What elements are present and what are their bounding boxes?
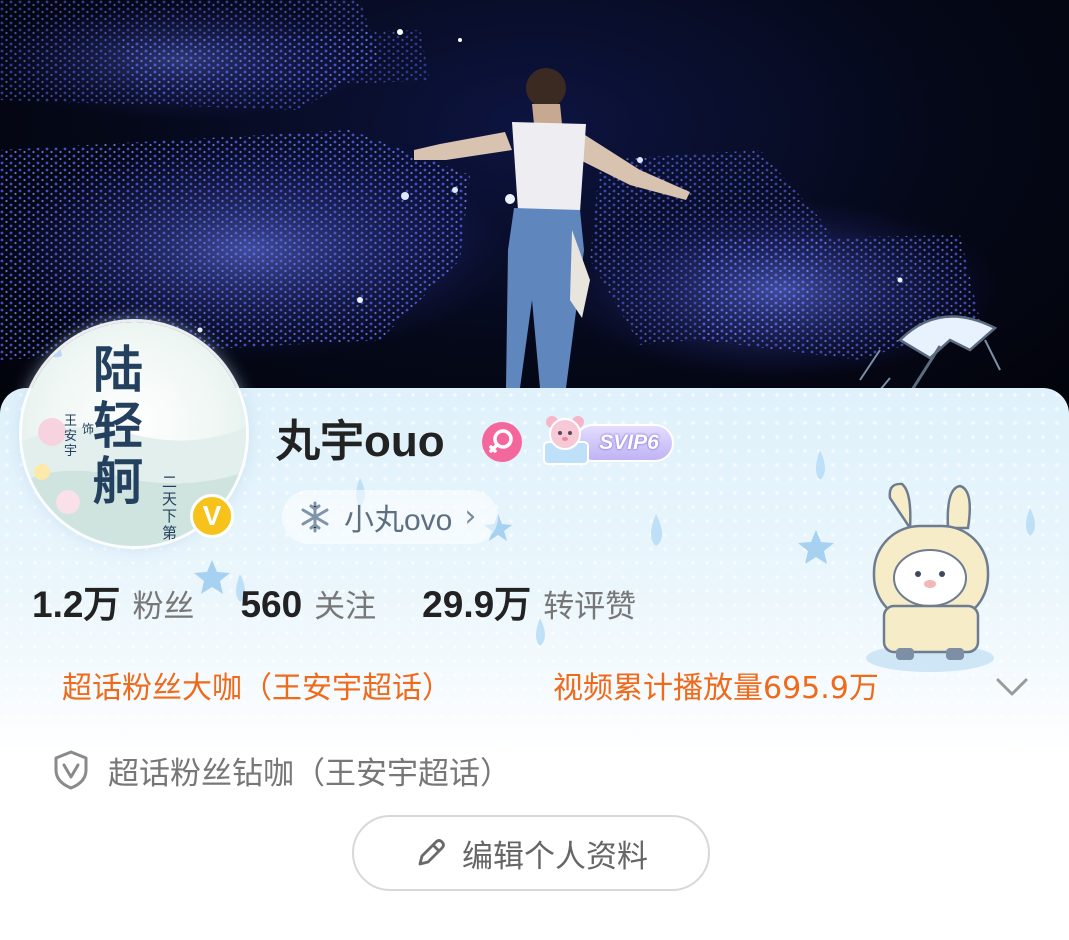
pencil-icon [418,839,445,866]
stat-interactions[interactable]: 29.9万 转评赞 [422,574,636,628]
username: 丸宇ouo [276,417,445,466]
svip-badge[interactable]: SVIP6 [540,414,678,468]
stat-value: 29.9万 [422,584,532,625]
avatar-title-text: 陆轻舸 [93,340,143,511]
edit-profile-button[interactable]: 编辑个人资料 [352,815,710,891]
stat-label: 粉丝 [132,589,195,625]
stat-value: 560 [240,584,303,625]
super-topic-honor[interactable]: 超话粉丝大咖（王安宇超话） [62,668,452,710]
stat-label: 关注 [314,589,377,625]
svip-bear-icon [543,416,589,465]
fan-level-text: 超话粉丝钻咖（王安宇超话） [108,755,511,792]
shield-v-icon [54,750,88,790]
stat-value: 1.2万 [32,584,121,625]
fan-level-row[interactable]: 超话粉丝钻咖（王安宇超话） [52,748,511,792]
snowflake-icon [301,501,329,533]
avatar-tag-text: 二天下第 [162,473,178,542]
verified-v-icon: V [190,494,234,538]
nickname-chip[interactable]: 小丸ovo › [282,490,499,544]
stat-following[interactable]: 560 关注 [240,581,376,626]
chevron-down-icon[interactable] [992,672,1032,702]
nickname-text: 小丸ovo [344,504,453,537]
stat-followers[interactable]: 1.2万 粉丝 [32,574,194,628]
video-plays-honor[interactable]: 视频累计播放量695.9万 [553,668,879,710]
avatar-role-mark: 饰 [82,422,95,436]
chevron-right-icon: › [464,499,477,534]
edit-profile-label: 编辑个人资料 [462,838,648,875]
profile-page: 陆轻舸 王安宇 饰 二天下第 V 丸宇ouo SVIP6 小丸ovo › 1.2… [0,0,1069,940]
avatar-actor-text: 王安宇 [64,414,78,459]
rabbit-raincoat-decoration [866,482,994,672]
stat-label: 转评赞 [543,589,637,625]
gender-female-icon [482,422,522,462]
stats-row: 1.2万 粉丝 560 关注 29.9万 转评赞 [32,574,682,630]
